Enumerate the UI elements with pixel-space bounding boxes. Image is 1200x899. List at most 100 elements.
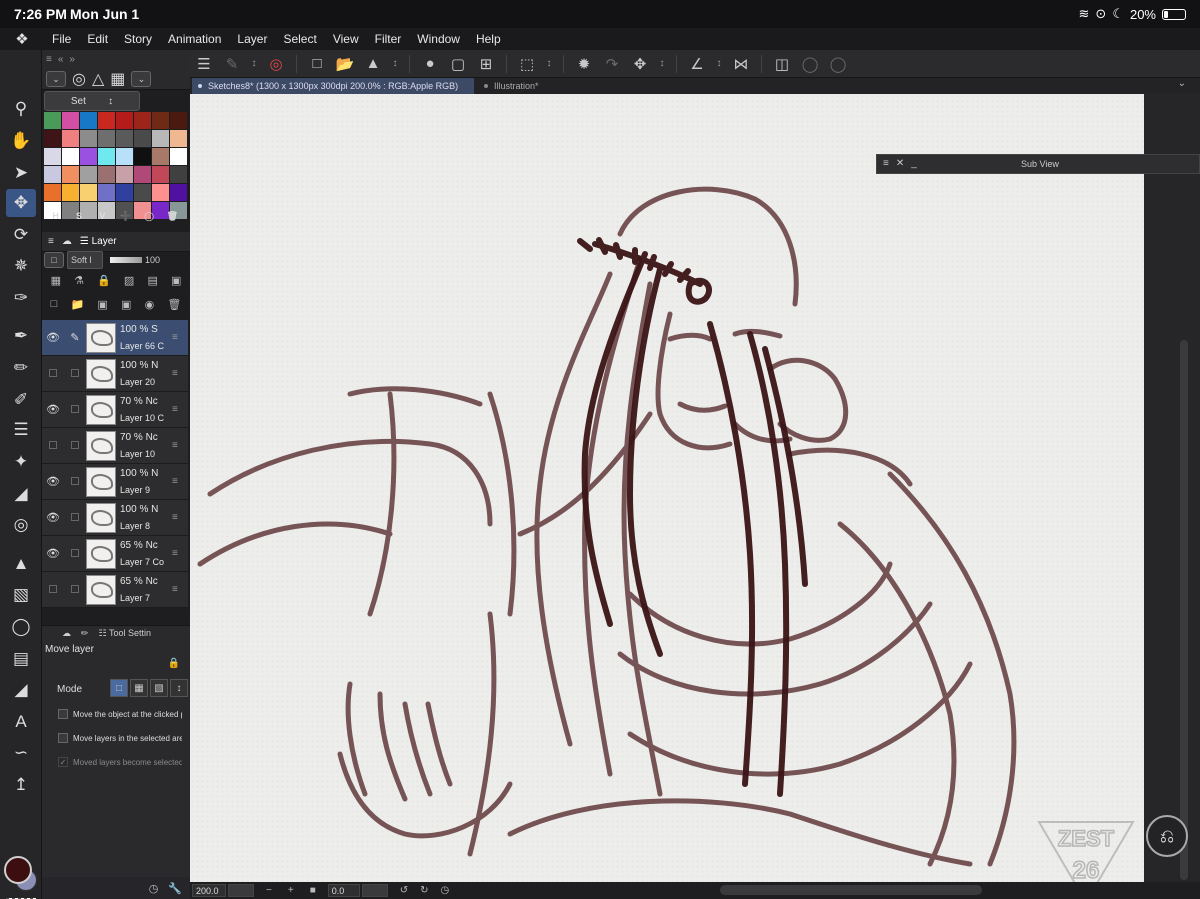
opacity-slider[interactable] bbox=[110, 257, 142, 263]
transform-icon[interactable]: ▢ bbox=[444, 52, 472, 76]
quick-access-icon[interactable]: ✎ bbox=[218, 52, 246, 76]
lock-transparent-icon[interactable]: ▨ bbox=[124, 274, 134, 292]
ruler-layer-icon[interactable]: ▣ bbox=[171, 274, 181, 292]
hidden-layer-box[interactable] bbox=[42, 584, 64, 596]
move-layer-icon[interactable]: ✥ bbox=[626, 52, 654, 76]
free-transform-icon[interactable]: ⊞ bbox=[472, 52, 500, 76]
fill-icon[interactable]: ● bbox=[416, 52, 444, 76]
delete-layer-icon[interactable]: 🗑 bbox=[167, 298, 181, 316]
layer-edit-box[interactable] bbox=[64, 512, 86, 524]
palette-add-icon[interactable]: ➕ bbox=[114, 211, 137, 222]
color-swatch[interactable] bbox=[62, 148, 79, 165]
canvas[interactable]: ZEST 26 bbox=[190, 94, 1144, 882]
color-swatch[interactable] bbox=[170, 148, 187, 165]
rotation-field[interactable]: 0.0 bbox=[327, 884, 360, 897]
main-color-chip[interactable] bbox=[4, 856, 32, 884]
eye-icon[interactable]: 👁 bbox=[42, 511, 64, 524]
color-swatch[interactable] bbox=[134, 184, 151, 201]
horizontal-scrollbar[interactable] bbox=[720, 885, 982, 895]
color-swatch[interactable] bbox=[98, 130, 115, 147]
opacity-value[interactable]: 100 bbox=[145, 255, 160, 265]
hue-label[interactable]: H bbox=[44, 211, 67, 221]
layer-property-tab-icon[interactable]: ☁ bbox=[62, 236, 72, 247]
panel-menu-icon[interactable]: ≡ bbox=[883, 158, 889, 169]
color-swatch[interactable] bbox=[152, 166, 169, 183]
balloon-icon[interactable]: ◢ bbox=[6, 676, 36, 704]
layer-menu-icon[interactable]: ≡ bbox=[172, 476, 182, 487]
color-swatch[interactable] bbox=[134, 112, 151, 129]
option-move-selected-area[interactable]: Move layers in the selected area bbox=[58, 733, 182, 743]
collapse-icon[interactable]: « bbox=[58, 54, 64, 65]
rotate-right-icon[interactable]: ↻ bbox=[420, 885, 428, 896]
layer-row[interactable]: 👁 70 % Nc Layer 10 C ≡ bbox=[42, 392, 188, 428]
menu-filter[interactable]: Filter bbox=[367, 32, 410, 46]
text-icon[interactable]: A bbox=[6, 708, 36, 736]
companion-app-icon[interactable]: ◎ bbox=[262, 52, 290, 76]
menu-select[interactable]: Select bbox=[275, 32, 324, 46]
layer-row[interactable]: 65 % Nc Layer 7 ≡ bbox=[42, 572, 188, 608]
color-swatch[interactable] bbox=[170, 130, 187, 147]
menu-view[interactable]: View bbox=[325, 32, 367, 46]
layer-edit-box[interactable] bbox=[64, 368, 86, 380]
color-swatch[interactable] bbox=[44, 184, 61, 201]
menu-layer[interactable]: Layer bbox=[229, 32, 275, 46]
mask-icon[interactable]: ▤ bbox=[147, 274, 157, 292]
zoom-icon[interactable]: ⚲ bbox=[6, 95, 36, 123]
color-swatch[interactable] bbox=[152, 184, 169, 201]
expand-icon[interactable]: » bbox=[69, 54, 75, 65]
layer-row[interactable]: 100 % N Layer 20 ≡ bbox=[42, 356, 188, 392]
pen-icon[interactable]: ✒ bbox=[6, 322, 36, 350]
layer-menu-icon[interactable]: ≡ bbox=[172, 512, 182, 523]
fill-bucket-icon[interactable]: ▲ bbox=[6, 550, 36, 578]
layer-mask-icon[interactable]: ◉ bbox=[145, 298, 155, 316]
mode-layer-button[interactable]: □ bbox=[110, 679, 128, 697]
new-file-icon[interactable]: □ bbox=[303, 52, 331, 76]
color-swatch[interactable] bbox=[152, 112, 169, 129]
zoom-in-icon[interactable]: + bbox=[288, 885, 294, 896]
selection-icon[interactable]: ⬚ bbox=[513, 52, 541, 76]
checkbox-checked[interactable]: ✓ bbox=[58, 757, 68, 767]
mode-grid-button[interactable]: ▦ bbox=[130, 679, 148, 697]
color-swatch[interactable] bbox=[170, 166, 187, 183]
color-swatch[interactable] bbox=[98, 112, 115, 129]
fit-canvas-icon[interactable]: ◫ bbox=[768, 52, 796, 76]
color-swatch[interactable] bbox=[116, 130, 133, 147]
edge-keyboard-icon[interactable]: ⎌ bbox=[1146, 815, 1188, 857]
undo-spinner-icon[interactable]: ✹ bbox=[570, 52, 598, 76]
mode-dropdown-button[interactable]: ↕ bbox=[170, 679, 188, 697]
layer-row[interactable]: 👁 100 % N Layer 8 ≡ bbox=[42, 500, 188, 536]
layer-edit-box[interactable] bbox=[64, 404, 86, 416]
layer-menu-icon[interactable]: ≡ bbox=[172, 548, 182, 559]
gradient-icon[interactable]: ▧ bbox=[6, 581, 36, 609]
menu-story[interactable]: Story bbox=[116, 32, 160, 46]
layer-menu-icon[interactable]: ≡ bbox=[172, 440, 182, 451]
chevron-updown-icon[interactable]: ↕ bbox=[654, 52, 670, 76]
menu-file[interactable]: File bbox=[44, 32, 79, 46]
color-swatch[interactable] bbox=[170, 112, 187, 129]
color-swatch[interactable] bbox=[80, 148, 97, 165]
color-swatch[interactable] bbox=[98, 166, 115, 183]
layer-edit-box[interactable] bbox=[64, 548, 86, 560]
redo-icon[interactable]: ↷ bbox=[598, 52, 626, 76]
color-swatch[interactable] bbox=[116, 166, 133, 183]
chevron-updown-icon[interactable]: ↕ bbox=[246, 52, 262, 76]
clip-icon[interactable]: ▦ bbox=[51, 274, 61, 292]
tab-sketches8[interactable]: Sketches8* (1300 x 1300px 300dpi 200.0% … bbox=[192, 78, 474, 94]
panel-dropdown-icon[interactable]: ⌄ bbox=[131, 71, 152, 87]
layer-edit-box[interactable] bbox=[64, 440, 86, 452]
layer-edit-box[interactable] bbox=[64, 584, 86, 596]
sub-view-panel[interactable]: ≡ ✕ _ Sub View bbox=[876, 154, 1200, 174]
vertical-scrollbar[interactable] bbox=[1180, 340, 1188, 880]
color-swatch[interactable] bbox=[98, 184, 115, 201]
combine-icon[interactable]: ▣ bbox=[121, 298, 131, 316]
color-swatch[interactable] bbox=[116, 184, 133, 201]
layer-row[interactable]: 👁 100 % N Layer 9 ≡ bbox=[42, 464, 188, 500]
color-swatch[interactable] bbox=[62, 112, 79, 129]
palette-delete-icon[interactable]: 🗑 bbox=[161, 211, 184, 222]
hidden-layer-box[interactable] bbox=[42, 440, 64, 452]
color-swatch[interactable] bbox=[80, 184, 97, 201]
brush-icon[interactable]: ✐ bbox=[6, 386, 36, 414]
menu-edit[interactable]: Edit bbox=[79, 32, 116, 46]
zoom-out-icon[interactable]: − bbox=[266, 885, 272, 896]
checkbox[interactable] bbox=[58, 733, 68, 743]
